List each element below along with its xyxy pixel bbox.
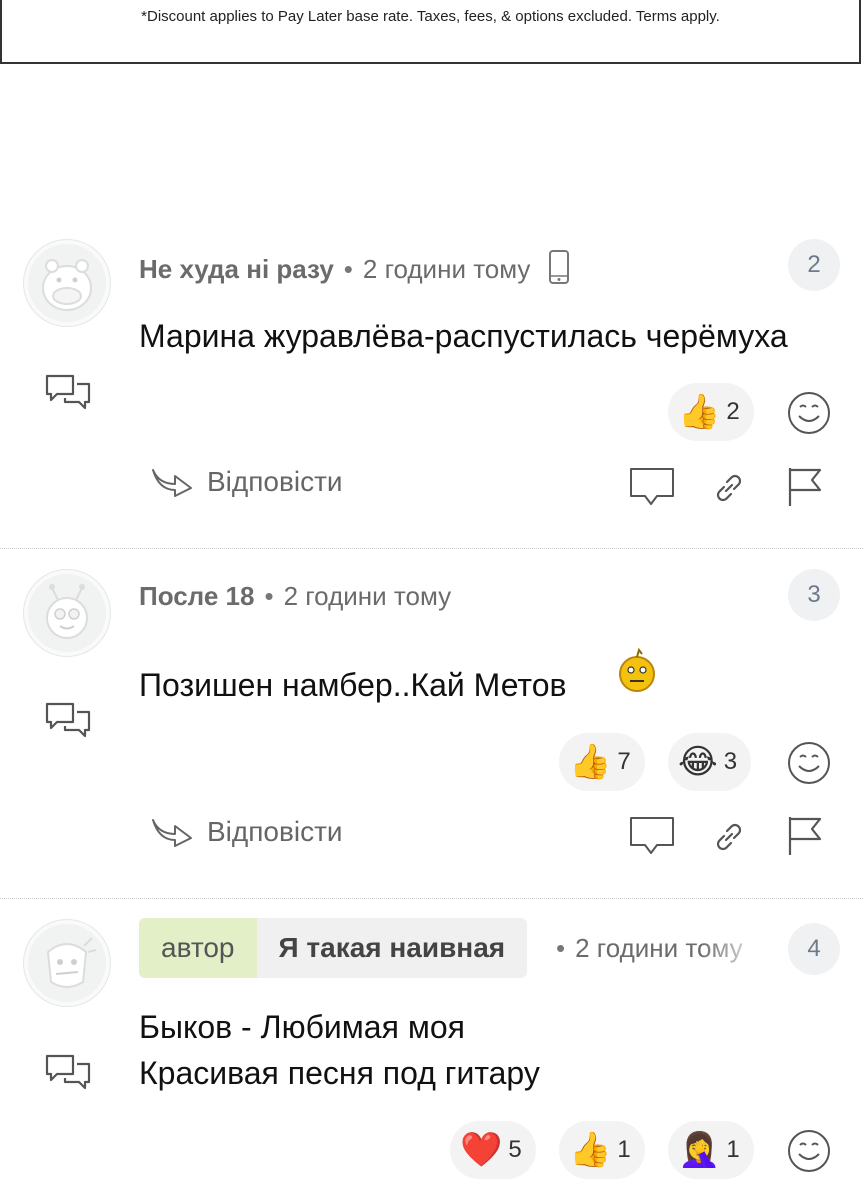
thinking-smiley-icon [619,647,655,692]
reaction-thumbs-up[interactable]: 👍 2 [668,383,754,441]
link-icon[interactable] [711,470,747,506]
thumbs-up-icon: 👍 [569,743,612,781]
bug-avatar-icon [46,584,88,639]
thread-icon[interactable] [44,1052,92,1092]
author-badge: автор Я такая наивная [139,918,528,978]
reaction-facepalm[interactable]: 🤦‍♀️ 1 [668,1121,754,1179]
avatar[interactable] [24,240,110,326]
timestamp[interactable]: 2 години тому [284,581,452,611]
reaction-thumbs-up[interactable]: 👍 1 [559,1121,645,1179]
reaction-count: 7 [617,748,631,775]
reaction-count: 5 [508,1136,522,1163]
add-reaction-smiley-icon[interactable] [786,390,832,436]
monster-avatar-icon [46,937,97,988]
reaction-heart[interactable]: ❤️ 5 [450,1121,536,1179]
separator-dot: • [343,254,353,284]
separator-dot: • [556,933,566,963]
reaction-count: 2 [726,398,740,425]
reply-arrow-icon [152,819,192,847]
flag-icon[interactable] [786,466,826,508]
comment-bubble-icon[interactable] [628,815,676,857]
disclaimer-banner: *Discount applies to Pay Later base rate… [0,0,861,64]
thumbs-up-icon: 👍 [569,1131,612,1169]
reaction-thumbs-up[interactable]: 👍 7 [559,733,645,791]
hippo-avatar-icon [42,259,92,311]
author-name[interactable]: Я такая наивная [256,918,528,978]
flag-icon[interactable] [786,815,826,857]
comment-number[interactable]: 3 [788,569,840,621]
comment-divider [0,548,863,549]
separator-dot: • [264,581,274,611]
comment-meta: Не худа ні разу • 2 години тому [139,250,570,285]
comment-line: Красивая песня под гитару [139,1055,540,1091]
heart-icon: ❤️ [460,1131,503,1169]
comment-number[interactable]: 4 [788,923,840,975]
tears-of-joy-icon: 😂 [678,743,718,781]
comment-bubble-icon[interactable] [628,466,676,508]
facepalm-icon: 🤦‍♀️ [678,1131,721,1169]
comment-text: Быков - Любимая моя Красивая песня под г… [139,1004,540,1096]
thread-icon[interactable] [44,700,92,740]
comment-text: Позишен намбер..Кай Метов [139,662,567,708]
reply-label: Відповісти [207,816,343,847]
author-name[interactable]: Не худа ні разу [139,254,334,284]
phone-icon [548,250,569,284]
reaction-laughing[interactable]: 😂 3 [668,733,752,791]
reply-label: Відповісти [207,466,343,497]
comment-number[interactable]: 2 [788,239,840,291]
add-reaction-smiley-icon[interactable] [786,1128,832,1174]
thread-icon[interactable] [44,372,92,412]
timestamp-fade [700,926,780,976]
reaction-count: 3 [723,748,738,775]
reaction-count: 1 [617,1136,631,1163]
comment-text: Марина журавлёва-распустилась черёмуха [139,313,788,359]
author-role-label: автор [139,918,257,978]
comment-meta: После 18 • 2 години тому [139,581,451,612]
reaction-count: 1 [726,1136,740,1163]
link-icon[interactable] [711,819,747,855]
avatar[interactable] [24,570,110,656]
author-name[interactable]: После 18 [139,581,254,611]
comment-divider [0,898,863,899]
avatar[interactable] [24,920,110,1006]
thumbs-up-icon: 👍 [678,393,721,431]
comment-line: Марина журавлёва-распустилась черёмуха [139,318,788,354]
comment-line: Позишен намбер..Кай Метов [139,667,567,703]
disclaimer-text: *Discount applies to Pay Later base rate… [141,8,720,25]
reply-button[interactable]: Відповісти [151,816,343,848]
add-reaction-smiley-icon[interactable] [786,740,832,786]
comment-line: Быков - Любимая моя [139,1009,465,1045]
timestamp[interactable]: 2 години тому [363,254,531,284]
reply-button[interactable]: Відповісти [151,466,343,498]
reply-arrow-icon [152,469,192,497]
